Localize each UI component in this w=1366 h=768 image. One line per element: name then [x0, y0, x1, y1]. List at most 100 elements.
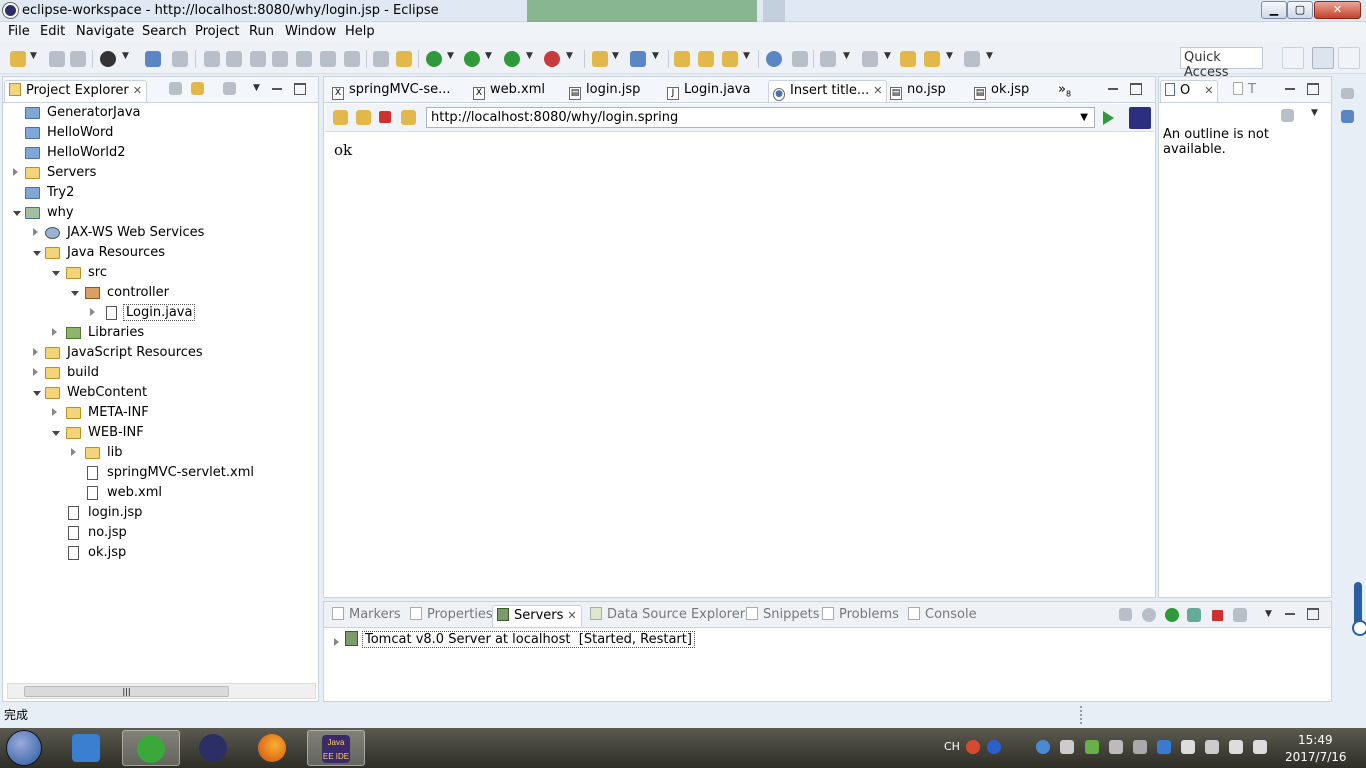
tab-overflow-button[interactable]: »8: [1054, 80, 1075, 102]
server-row[interactable]: Tomcat v8.0 Server at localhost [Started…: [334, 631, 695, 648]
pin-editor-icon[interactable]: [792, 51, 808, 67]
terminal-icon[interactable]: [145, 51, 161, 67]
close-icon[interactable]: ✕: [567, 609, 576, 622]
expand-arrow-icon[interactable]: [90, 308, 95, 316]
expand-arrow-icon[interactable]: [52, 408, 57, 416]
stop-server-icon[interactable]: [1212, 610, 1223, 621]
close-icon[interactable]: ✕: [873, 84, 882, 97]
horizontal-scrollbar[interactable]: |||: [7, 683, 316, 699]
minimize-view-icon[interactable]: [1284, 608, 1296, 620]
skip-breakpoints-icon[interactable]: [172, 51, 188, 67]
disconnect-icon[interactable]: [272, 51, 288, 67]
expand-arrow-icon[interactable]: [52, 328, 57, 336]
stop-icon[interactable]: [379, 111, 391, 123]
new-class-dropdown-icon[interactable]: ▼: [652, 51, 659, 61]
help-icon[interactable]: [987, 740, 1001, 754]
side-progress-slider[interactable]: [1352, 582, 1366, 636]
network-globe-icon[interactable]: [1036, 740, 1050, 754]
publish-dropdown-icon[interactable]: ▼: [122, 51, 129, 61]
close-button[interactable]: ✕: [1314, 1, 1361, 19]
publish-icon[interactable]: [100, 51, 116, 67]
collapse-arrow-icon[interactable]: [52, 271, 60, 276]
run-server-dropdown-icon[interactable]: ▼: [526, 51, 533, 61]
java-ee-perspective-icon[interactable]: [1312, 47, 1334, 69]
open-task-icon[interactable]: [698, 51, 714, 67]
tab-outline[interactable]: O ✕: [1160, 80, 1219, 102]
tab-properties[interactable]: Properties: [406, 605, 497, 627]
url-dropdown-icon[interactable]: ▼: [1080, 112, 1088, 123]
tray-app-icon[interactable]: [1085, 740, 1099, 754]
previous-annotation-icon[interactable]: [862, 51, 878, 67]
collapse-arrow-icon[interactable]: [52, 431, 60, 436]
minimize-button[interactable]: ▁: [1261, 1, 1287, 19]
collapse-arrow-icon[interactable]: [33, 391, 41, 396]
next-annotation-dropdown-icon[interactable]: ▼: [843, 51, 850, 61]
tab-snippets[interactable]: Snippets: [742, 605, 823, 627]
forward-icon[interactable]: [964, 51, 980, 67]
expand-arrow-icon[interactable]: [71, 448, 76, 456]
tab-console[interactable]: Console: [904, 605, 981, 627]
battery-icon[interactable]: [1205, 740, 1219, 754]
taskbar-java-ee-ide[interactable]: Java EE IDE: [307, 730, 365, 766]
new-java-project-icon[interactable]: [592, 51, 608, 67]
open-web-browser-icon[interactable]: [766, 51, 782, 67]
sogou-input-icon[interactable]: [966, 740, 980, 754]
step-over-icon[interactable]: [320, 51, 336, 67]
forward-dropdown-icon[interactable]: ▼: [986, 51, 993, 61]
taskbar-media-player[interactable]: [58, 730, 116, 766]
tab-project-explorer[interactable]: Project Explorer ✕: [4, 80, 147, 102]
maximize-button[interactable]: ▢: [1287, 1, 1313, 19]
tab-servers[interactable]: Servers ✕: [492, 605, 582, 627]
expand-arrow-icon[interactable]: [33, 368, 38, 376]
view-menu-icon[interactable]: ▼: [1311, 108, 1318, 118]
expand-arrow-icon[interactable]: [13, 168, 18, 176]
taskbar-browser-green[interactable]: [122, 730, 180, 766]
view-menu-icon[interactable]: ▼: [253, 83, 260, 93]
tab-problems[interactable]: Problems: [818, 605, 903, 627]
outline-trim-icon[interactable]: [1341, 110, 1354, 123]
tab-data-source-explorer[interactable]: Data Source Explorer: [586, 605, 749, 627]
menu-file[interactable]: File: [8, 24, 30, 39]
action-center-flag-icon[interactable]: [1181, 740, 1195, 754]
tray-app-icon-2[interactable]: [1109, 740, 1123, 754]
resume-icon[interactable]: [204, 51, 220, 67]
link-with-editor-icon[interactable]: [191, 82, 204, 95]
menu-edit[interactable]: Edit: [40, 24, 65, 39]
restore-view-icon[interactable]: [1341, 88, 1354, 99]
tab-login-java[interactable]: J Login.java: [663, 80, 754, 102]
forward-arrow-icon[interactable]: [356, 110, 371, 125]
browser-menu-icon[interactable]: [1129, 107, 1151, 129]
maximize-view-icon[interactable]: [294, 83, 306, 95]
tab-markers[interactable]: Markers: [328, 605, 405, 627]
menu-help[interactable]: Help: [345, 24, 375, 39]
close-icon[interactable]: ✕: [133, 84, 142, 97]
profile-server-icon[interactable]: [1187, 608, 1201, 622]
tab-login-jsp[interactable]: ▤ login.jsp: [565, 80, 644, 102]
clock-date[interactable]: 2017/7/16: [1285, 750, 1347, 764]
tab-web-xml[interactable]: Xweb.xml: [469, 80, 549, 102]
new-dropdown-icon[interactable]: ▼: [30, 51, 37, 61]
save-icon[interactable]: [49, 51, 65, 67]
start-server-icon[interactable]: [1165, 608, 1179, 622]
close-icon[interactable]: ✕: [1204, 84, 1213, 97]
minimize-view-icon[interactable]: [1284, 83, 1296, 95]
scrollbar-thumb[interactable]: |||: [24, 686, 229, 697]
start-button[interactable]: [6, 730, 42, 766]
tab-no-jsp[interactable]: ▤ no.jsp: [886, 80, 950, 102]
java-perspective-icon[interactable]: [1338, 47, 1360, 69]
quick-access-input[interactable]: Quick Access: [1180, 47, 1263, 80]
save-all-icon[interactable]: [70, 51, 86, 67]
collapse-arrow-icon[interactable]: [13, 211, 21, 216]
collapse-all-icon[interactable]: [169, 82, 182, 95]
new-project-dropdown-icon[interactable]: ▼: [612, 51, 619, 61]
minimize-view-icon[interactable]: [271, 83, 283, 95]
refresh-icon[interactable]: [401, 110, 416, 125]
expand-arrow-icon[interactable]: [33, 228, 38, 236]
maximize-view-icon[interactable]: [1307, 83, 1319, 95]
collapse-all-icon[interactable]: [1119, 608, 1132, 621]
menu-search[interactable]: Search: [142, 24, 187, 39]
expand-arrow-icon[interactable]: [334, 638, 339, 646]
run-on-server-icon[interactable]: [504, 51, 520, 67]
filters-icon[interactable]: [1281, 109, 1294, 122]
tab-insert-title[interactable]: ● Insert title... ✕: [768, 80, 888, 102]
